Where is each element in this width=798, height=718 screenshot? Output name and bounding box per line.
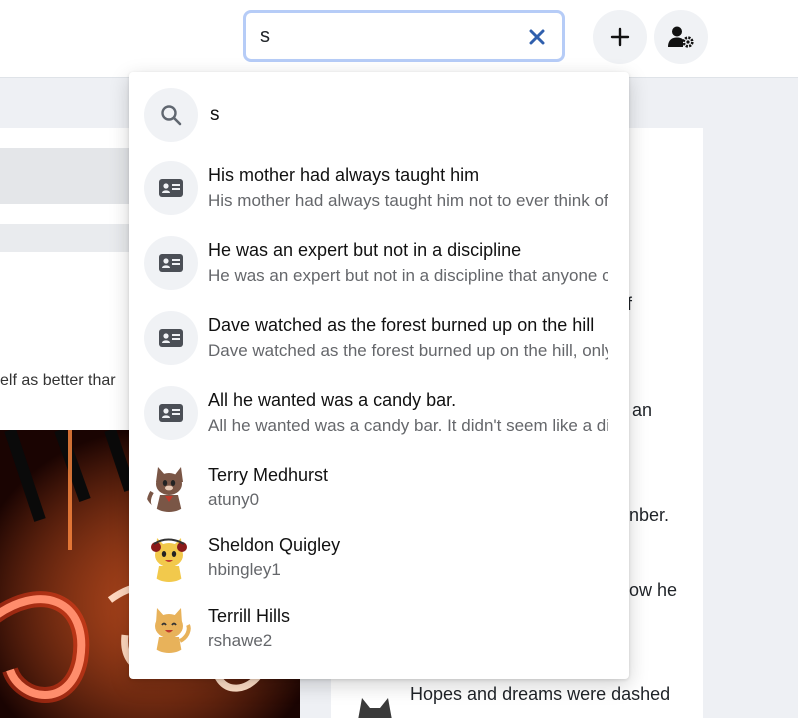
search-query-row[interactable]: s bbox=[129, 86, 629, 144]
top-header bbox=[0, 0, 798, 78]
background-text-fragment: an bbox=[632, 400, 653, 420]
search-icon-circle bbox=[144, 88, 198, 142]
id-card-icon bbox=[159, 179, 183, 197]
user-result-name: Terrill Hills bbox=[208, 606, 290, 626]
post-result[interactable]: All he wanted was a candy bar. All he wa… bbox=[129, 386, 629, 442]
id-card-icon bbox=[159, 254, 183, 272]
search-query-text: s bbox=[210, 104, 220, 125]
user-result-name: Sheldon Quigley bbox=[208, 535, 341, 555]
post-result-title: His mother had always taught him bbox=[208, 165, 480, 185]
user-result-username: atuny0 bbox=[208, 490, 260, 509]
user-settings-button[interactable] bbox=[654, 10, 708, 64]
user-result-username: rshawe2 bbox=[208, 631, 273, 650]
avatar bbox=[144, 462, 194, 512]
add-button[interactable] bbox=[593, 10, 647, 64]
search-results-dropdown: s His mother had always taught him His m… bbox=[129, 72, 629, 679]
user-result-name: Terry Medhurst bbox=[208, 465, 329, 485]
avatar bbox=[144, 603, 194, 653]
post-result[interactable]: Dave watched as the forest burned up on … bbox=[129, 311, 629, 367]
background-post-title: Hopes and dreams were dashed bbox=[410, 684, 671, 704]
post-icon-circle bbox=[144, 161, 198, 215]
post-icon-circle bbox=[144, 311, 198, 365]
post-icon-circle bbox=[144, 236, 198, 290]
id-card-icon bbox=[159, 404, 183, 422]
user-result[interactable]: Terry Medhurst atuny0 bbox=[129, 462, 629, 514]
id-card-icon bbox=[159, 329, 183, 347]
post-result-title: He was an expert but not in a discipline bbox=[208, 240, 522, 260]
plus-icon bbox=[610, 27, 630, 47]
user-result[interactable]: Terrill Hills rshawe2 bbox=[129, 603, 629, 655]
user-gear-icon bbox=[668, 26, 694, 48]
search-input[interactable] bbox=[252, 20, 520, 52]
post-result-title: Dave watched as the forest burned up on … bbox=[208, 315, 595, 335]
post-result[interactable]: His mother had always taught him His mot… bbox=[129, 161, 629, 217]
post-result-snippet: His mother had always taught him not to … bbox=[208, 191, 608, 210]
search-box[interactable] bbox=[243, 10, 565, 62]
post-result[interactable]: He was an expert but not in a discipline… bbox=[129, 236, 629, 292]
user-result[interactable]: Sheldon Quigley hbingley1 bbox=[129, 532, 629, 584]
post-result-title: All he wanted was a candy bar. bbox=[208, 390, 457, 410]
post-result-snippet: Dave watched as the forest burned up on … bbox=[208, 341, 608, 360]
post-result-snippet: All he wanted was a candy bar. It didn't… bbox=[208, 416, 608, 435]
avatar bbox=[144, 532, 194, 582]
post-icon-circle bbox=[144, 386, 198, 440]
search-icon bbox=[161, 105, 182, 126]
background-text-fragment: ow he bbox=[629, 580, 678, 600]
background-text-fragment: nber. bbox=[629, 505, 670, 525]
user-result-username: hbingley1 bbox=[208, 560, 281, 579]
clear-search-button[interactable] bbox=[526, 26, 548, 48]
post-result-snippet: He was an expert but not in a discipline… bbox=[208, 266, 608, 285]
close-icon bbox=[529, 29, 545, 45]
